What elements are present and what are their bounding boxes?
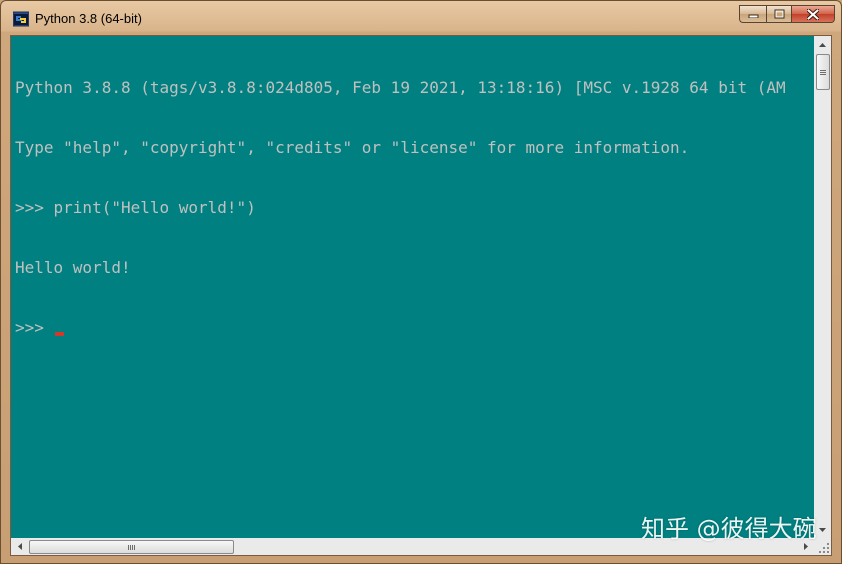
grip-icon <box>820 69 826 75</box>
maximize-button[interactable] <box>766 5 791 23</box>
caption-buttons <box>739 5 835 25</box>
arrow-right-icon <box>803 543 808 550</box>
prompt-line[interactable]: >>> <box>15 318 786 338</box>
close-icon <box>807 8 819 20</box>
console-line: >>> print("Hello world!") <box>15 198 256 217</box>
minimize-button[interactable] <box>739 5 766 23</box>
watermark: 知乎 @彼得大碗 <box>641 515 817 543</box>
text-cursor <box>54 332 64 336</box>
resize-grip-icon <box>819 543 829 553</box>
minimize-icon <box>748 14 758 18</box>
vertical-scroll-thumb[interactable] <box>816 54 830 90</box>
vertical-scrollbar[interactable] <box>814 36 831 538</box>
maximize-icon <box>774 9 784 19</box>
arrow-left-icon <box>17 543 22 550</box>
close-button[interactable] <box>791 5 835 23</box>
console-line: Python 3.8.8 (tags/v3.8.8:024d805, Feb 1… <box>15 78 786 97</box>
console-line: Type "help", "copyright", "credits" or "… <box>15 138 690 157</box>
console-line: Hello world! <box>15 258 131 277</box>
arrow-up-icon <box>819 42 826 47</box>
window-title: Python 3.8 (64-bit) <box>35 11 142 26</box>
console-text: Python 3.8.8 (tags/v3.8.8:024d805, Feb 1… <box>15 38 786 378</box>
scroll-up-button[interactable] <box>814 36 831 53</box>
console-window: Python 3.8 (64-bit) Python 3.8.8 (tags/v… <box>0 0 842 564</box>
console-client-area: Python 3.8.8 (tags/v3.8.8:024d805, Feb 1… <box>10 35 832 556</box>
scroll-left-button[interactable] <box>11 538 28 555</box>
horizontal-scroll-thumb[interactable] <box>29 540 234 554</box>
console-output[interactable]: Python 3.8.8 (tags/v3.8.8:024d805, Feb 1… <box>11 36 814 538</box>
grip-icon <box>128 544 135 550</box>
title-bar[interactable]: Python 3.8 (64-bit) <box>1 1 841 35</box>
arrow-down-icon <box>819 527 826 532</box>
prompt-text: >>> <box>15 318 54 337</box>
python-icon <box>13 11 29 27</box>
